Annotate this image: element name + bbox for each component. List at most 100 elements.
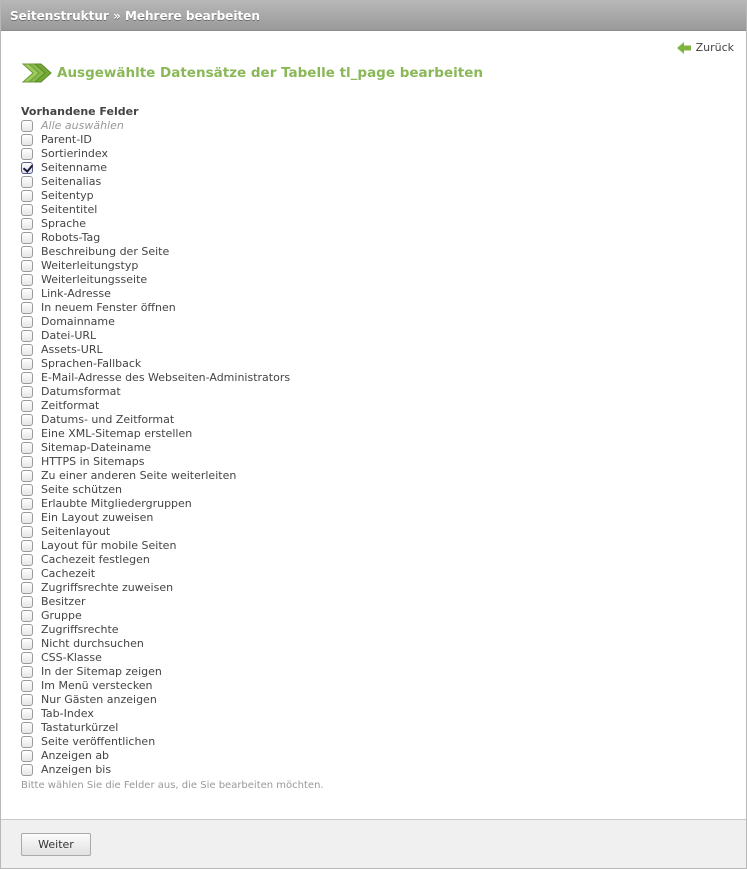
field-option-checkbox[interactable]	[21, 162, 33, 174]
field-option-label[interactable]: Seitenname	[41, 161, 107, 175]
field-option-checkbox[interactable]	[21, 708, 33, 720]
field-option-checkbox[interactable]	[21, 386, 33, 398]
field-option-checkbox[interactable]	[21, 428, 33, 440]
field-option-label[interactable]: Anzeigen bis	[41, 763, 111, 777]
field-option-label[interactable]: Layout für mobile Seiten	[41, 539, 176, 553]
field-option-label[interactable]: Assets-URL	[41, 343, 103, 357]
field-option-row[interactable]: Weiterleitungsseite	[21, 273, 721, 287]
field-option-row[interactable]: Link-Adresse	[21, 287, 721, 301]
field-option-checkbox[interactable]	[21, 526, 33, 538]
field-option-checkbox[interactable]	[21, 540, 33, 552]
field-option-label[interactable]: Robots-Tag	[41, 231, 100, 245]
field-option-row[interactable]: Eine XML-Sitemap erstellen	[21, 427, 721, 441]
field-option-row[interactable]: HTTPS in Sitemaps	[21, 455, 721, 469]
field-option-label[interactable]: Weiterleitungstyp	[41, 259, 138, 273]
field-option-label[interactable]: Eine XML-Sitemap erstellen	[41, 427, 192, 441]
field-option-checkbox[interactable]	[21, 624, 33, 636]
field-option-row[interactable]: In neuem Fenster öffnen	[21, 301, 721, 315]
field-option-checkbox[interactable]	[21, 218, 33, 230]
field-option-label[interactable]: Datei-URL	[41, 329, 96, 343]
field-option-checkbox[interactable]	[21, 652, 33, 664]
field-option-checkbox[interactable]	[21, 260, 33, 272]
field-option-checkbox[interactable]	[21, 638, 33, 650]
field-option-row[interactable]: Im Menü verstecken	[21, 679, 721, 693]
field-option-row[interactable]: Erlaubte Mitgliedergruppen	[21, 497, 721, 511]
field-option-checkbox[interactable]	[21, 610, 33, 622]
field-option-checkbox[interactable]	[21, 484, 33, 496]
field-option-checkbox[interactable]	[21, 582, 33, 594]
field-option-label[interactable]: Cachezeit	[41, 567, 95, 581]
field-option-label[interactable]: Seitentitel	[41, 203, 97, 217]
field-option-label[interactable]: Sortierindex	[41, 147, 108, 161]
field-option-checkbox[interactable]	[21, 176, 33, 188]
field-option-checkbox[interactable]	[21, 456, 33, 468]
field-option-checkbox[interactable]	[21, 736, 33, 748]
field-option-checkbox[interactable]	[21, 554, 33, 566]
field-option-label[interactable]: Sitemap-Dateiname	[41, 441, 151, 455]
field-option-checkbox[interactable]	[21, 302, 33, 314]
field-option-label[interactable]: In der Sitemap zeigen	[41, 665, 162, 679]
field-option-label[interactable]: Seitenlayout	[41, 525, 110, 539]
field-option-row[interactable]: Sprache	[21, 217, 721, 231]
field-option-row[interactable]: Nicht durchsuchen	[21, 637, 721, 651]
field-option-row[interactable]: Sitemap-Dateiname	[21, 441, 721, 455]
field-option-row[interactable]: Tab-Index	[21, 707, 721, 721]
field-option-label[interactable]: Tab-Index	[41, 707, 94, 721]
field-option-label[interactable]: Weiterleitungsseite	[41, 273, 147, 287]
field-option-checkbox[interactable]	[21, 722, 33, 734]
field-option-row[interactable]: Domainname	[21, 315, 721, 329]
field-option-label[interactable]: Sprachen-Fallback	[41, 357, 141, 371]
field-option-label[interactable]: Zugriffsrechte	[41, 623, 119, 637]
field-option-checkbox[interactable]	[21, 204, 33, 216]
field-option-checkbox[interactable]	[21, 316, 33, 328]
field-option-checkbox[interactable]	[21, 134, 33, 146]
field-option-checkbox[interactable]	[21, 232, 33, 244]
field-option-label[interactable]: Cachezeit festlegen	[41, 553, 150, 567]
field-option-row[interactable]: Weiterleitungstyp	[21, 259, 721, 273]
field-option-label[interactable]: Gruppe	[41, 609, 82, 623]
field-option-label[interactable]: Parent-ID	[41, 133, 92, 147]
field-option-label[interactable]: Zu einer anderen Seite weiterleiten	[41, 469, 236, 483]
select-all-label[interactable]: Alle auswählen	[41, 119, 124, 133]
field-option-row[interactable]: Seitenlayout	[21, 525, 721, 539]
field-option-row[interactable]: Cachezeit	[21, 567, 721, 581]
field-option-row[interactable]: Assets-URL	[21, 343, 721, 357]
continue-button[interactable]: Weiter	[21, 833, 91, 856]
field-option-row[interactable]: Datums- und Zeitformat	[21, 413, 721, 427]
field-option-row[interactable]: Beschreibung der Seite	[21, 245, 721, 259]
field-option-label[interactable]: Nur Gästen anzeigen	[41, 693, 157, 707]
field-option-label[interactable]: Erlaubte Mitgliedergruppen	[41, 497, 192, 511]
field-option-row[interactable]: Datumsformat	[21, 385, 721, 399]
field-option-label[interactable]: Seitenalias	[41, 175, 101, 189]
field-option-checkbox[interactable]	[21, 666, 33, 678]
field-option-checkbox[interactable]	[21, 246, 33, 258]
field-option-label[interactable]: Seitentyp	[41, 189, 94, 203]
field-option-row[interactable]: Anzeigen ab	[21, 749, 721, 763]
field-option-row[interactable]: Besitzer	[21, 595, 721, 609]
field-option-row[interactable]: Seite schützen	[21, 483, 721, 497]
field-option-label[interactable]: Im Menü verstecken	[41, 679, 153, 693]
field-option-checkbox[interactable]	[21, 330, 33, 342]
field-option-row[interactable]: Anzeigen bis	[21, 763, 721, 777]
field-option-row[interactable]: Robots-Tag	[21, 231, 721, 245]
field-option-row[interactable]: Zu einer anderen Seite weiterleiten	[21, 469, 721, 483]
field-option-label[interactable]: Tastaturkürzel	[41, 721, 118, 735]
field-option-label[interactable]: Ein Layout zuweisen	[41, 511, 153, 525]
field-option-checkbox[interactable]	[21, 414, 33, 426]
field-option-row[interactable]: Zeitformat	[21, 399, 721, 413]
field-option-label[interactable]: Nicht durchsuchen	[41, 637, 144, 651]
field-option-checkbox[interactable]	[21, 596, 33, 608]
field-option-label[interactable]: Datums- und Zeitformat	[41, 413, 174, 427]
field-option-row[interactable]: Gruppe	[21, 609, 721, 623]
field-option-label[interactable]: Seite veröffentlichen	[41, 735, 155, 749]
field-option-checkbox[interactable]	[21, 274, 33, 286]
field-option-row[interactable]: Seite veröffentlichen	[21, 735, 721, 749]
field-option-row[interactable]: Seitenalias	[21, 175, 721, 189]
field-option-label[interactable]: HTTPS in Sitemaps	[41, 455, 144, 469]
field-option-label[interactable]: In neuem Fenster öffnen	[41, 301, 176, 315]
field-option-checkbox[interactable]	[21, 400, 33, 412]
field-option-checkbox[interactable]	[21, 764, 33, 776]
field-option-row[interactable]: Sprachen-Fallback	[21, 357, 721, 371]
field-option-row[interactable]: Zugriffsrechte zuweisen	[21, 581, 721, 595]
field-option-label[interactable]: Datumsformat	[41, 385, 121, 399]
